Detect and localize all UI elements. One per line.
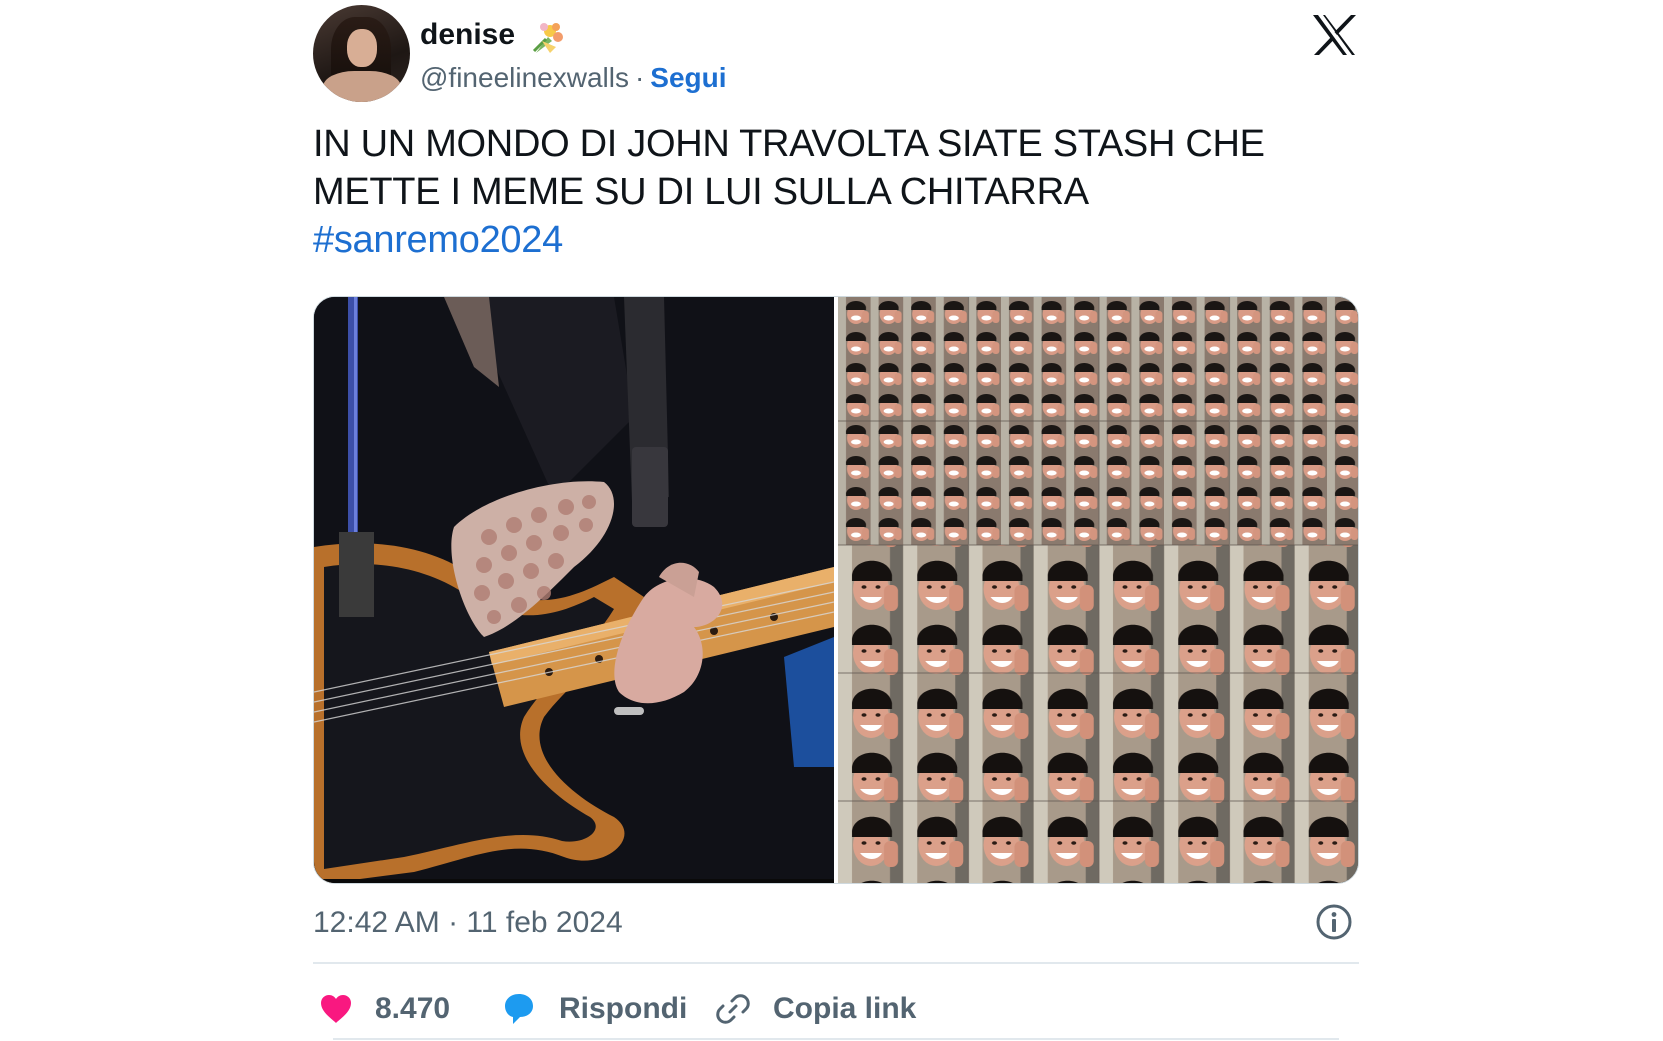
avatar[interactable] (313, 5, 410, 102)
copy-link-label: Copia link (773, 992, 917, 1025)
guitar-photo[interactable] (314, 297, 834, 883)
tweet-body: IN UN MONDO DI JOHN TRAVOLTA SIATE STASH… (313, 123, 1265, 213)
footer-divider (313, 962, 1359, 964)
separator-dot: · (634, 62, 645, 93)
display-name[interactable]: denise (420, 17, 515, 53)
like-button[interactable]: 8.470 (319, 985, 450, 1033)
tweet-timestamp[interactable]: 12:42 AM · 11 feb 2024 (313, 903, 623, 943)
reply-bubble-icon (505, 994, 533, 1024)
info-icon[interactable] (1315, 903, 1353, 941)
bottom-divider (333, 1038, 1339, 1040)
like-count: 8.470 (375, 992, 451, 1025)
bouquet-icon (532, 23, 563, 53)
meme-grid-photo[interactable] (838, 297, 1358, 883)
user-handle[interactable]: @fineelinexwalls (420, 62, 629, 93)
handle-row: @fineelinexwalls · Segui (420, 60, 727, 96)
x-logo-icon[interactable] (1311, 13, 1357, 57)
meme-grid-illustration (838, 297, 1358, 883)
tweet-text: IN UN MONDO DI JOHN TRAVOLTA SIATE STASH… (313, 120, 1359, 264)
tweet-card: denise @fineelinexwalls · Segui IN UN MOND… (313, 0, 1359, 1041)
guitar-illustration (314, 297, 834, 883)
copy-link-button[interactable]: Copia link (715, 985, 916, 1033)
hashtag-link[interactable]: #sanremo2024 (313, 216, 563, 264)
follow-button[interactable]: Segui (650, 62, 726, 93)
reply-button[interactable]: Rispondi (501, 985, 687, 1033)
link-icon (716, 994, 750, 1024)
reply-label: Rispondi (559, 992, 688, 1025)
tweet-header: denise @fineelinexwalls · Segui (313, 5, 1359, 105)
heart-icon (321, 995, 351, 1023)
media-gallery[interactable] (313, 296, 1359, 884)
action-bar: 8.470 Rispondi Copia link (313, 985, 1359, 1033)
